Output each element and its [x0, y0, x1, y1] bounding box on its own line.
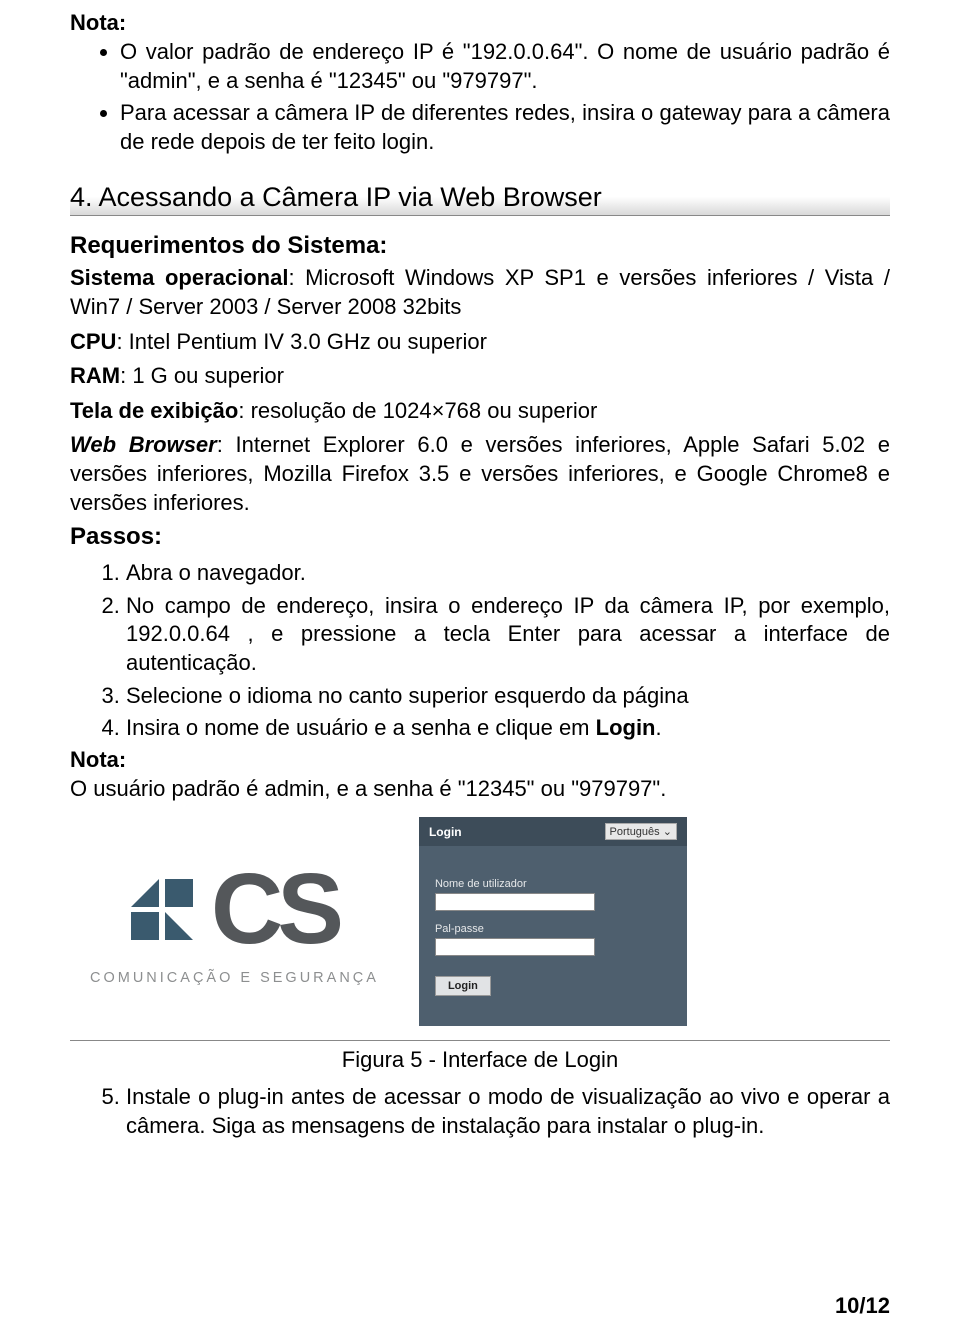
logo-letters: CS: [211, 867, 338, 952]
steps-list-continued: Instale o plug-in antes de acessar o mod…: [70, 1083, 890, 1140]
passos-heading: Passos:: [70, 523, 890, 551]
login-panel-title: Login: [429, 825, 462, 839]
bullet-item: O valor padrão de endereço IP é "192.0.0…: [120, 38, 890, 95]
requirements-heading: Requerimentos do Sistema:: [70, 232, 890, 260]
step-item: Selecione o idioma no canto superior esq…: [126, 682, 890, 711]
step4-login-bold: Login: [596, 715, 656, 740]
login-panel-header: Login Português ⌄: [419, 817, 687, 846]
figure-caption: Figura 5 - Interface de Login: [70, 1047, 890, 1073]
req-ram: RAM: 1 G ou superior: [70, 362, 890, 391]
page-number: 10/12: [835, 1293, 890, 1319]
req-display-label: Tela de exibição: [70, 398, 238, 423]
req-browser: Web Browser: Internet Explorer 6.0 e ver…: [70, 431, 890, 517]
username-label: Nome de utilizador: [435, 878, 671, 890]
step-item: No campo de endereço, insira o endereço …: [126, 592, 890, 678]
figure-login: CS COMUNICAÇÃO E SEGURANÇA Login Portugu…: [70, 817, 890, 1073]
logo-row: CS: [131, 867, 338, 952]
logo-column: CS COMUNICAÇÃO E SEGURANÇA: [90, 817, 379, 986]
nota-heading: Nota:: [70, 10, 890, 36]
logo-mark-icon: [131, 879, 193, 940]
req-ram-text: : 1 G ou superior: [120, 363, 284, 388]
chevron-down-icon: ⌄: [663, 826, 672, 838]
req-ram-label: RAM: [70, 363, 120, 388]
req-cpu-label: CPU: [70, 329, 116, 354]
login-ui: CS COMUNICAÇÃO E SEGURANÇA Login Portugu…: [70, 817, 890, 1026]
logo-subtitle: COMUNICAÇÃO E SEGURANÇA: [90, 970, 379, 986]
password-label: Pal-passe: [435, 923, 671, 935]
step-item: Instale o plug-in antes de acessar o mod…: [126, 1083, 890, 1140]
bullet-item: Para acessar a câmera IP de diferentes r…: [120, 99, 890, 156]
language-select[interactable]: Português ⌄: [605, 823, 677, 840]
username-input[interactable]: [435, 893, 595, 911]
req-display: Tela de exibição: resolução de 1024×768 …: [70, 397, 890, 426]
req-display-text: : resolução de 1024×768 ou superior: [238, 398, 597, 423]
login-button[interactable]: Login: [435, 976, 491, 996]
req-cpu-text: : Intel Pentium IV 3.0 GHz ou superior: [116, 329, 487, 354]
steps-list: Abra o navegador. No campo de endereço, …: [70, 559, 890, 743]
nota2-heading: Nota:: [70, 747, 890, 773]
step4-text: Insira o nome de usuário e a senha e cli…: [126, 715, 596, 740]
password-input[interactable]: [435, 938, 595, 956]
req-browser-label: Web Browser: [70, 432, 217, 457]
req-os: Sistema operacional: Microsoft Windows X…: [70, 264, 890, 321]
step-item: Insira o nome de usuário e a senha e cli…: [126, 714, 890, 743]
req-os-label: Sistema operacional: [70, 265, 288, 290]
step-item: Abra o navegador.: [126, 559, 890, 588]
nota-bullet-list: O valor padrão de endereço IP é "192.0.0…: [70, 38, 890, 156]
section-4-heading: 4. Acessando a Câmera IP via Web Browser: [70, 178, 890, 216]
req-cpu: CPU: Intel Pentium IV 3.0 GHz ou superio…: [70, 328, 890, 357]
nota2-text: O usuário padrão é admin, e a senha é "1…: [70, 775, 890, 804]
language-value: Português: [610, 826, 660, 838]
login-panel: Login Português ⌄ Nome de utilizador Pal…: [419, 817, 687, 1026]
figure-divider: [70, 1040, 890, 1041]
